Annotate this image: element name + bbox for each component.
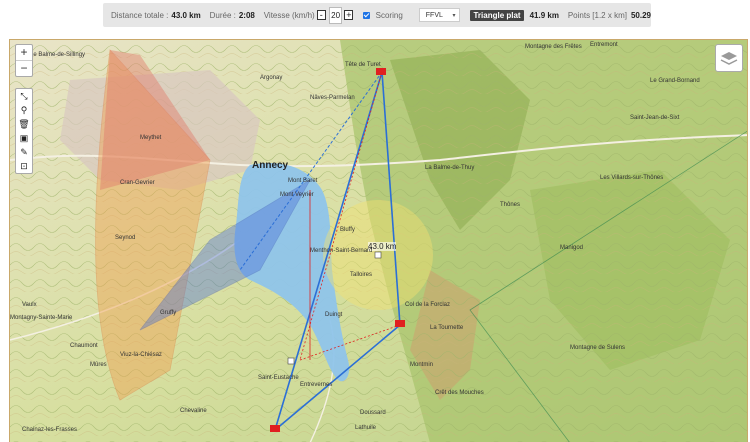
turnpoint-marker[interactable]: [395, 320, 405, 327]
place-label: Bluffy: [340, 227, 355, 233]
place-label: Entrevernes: [300, 382, 333, 388]
points-value: 50.29: [630, 10, 651, 20]
place-label: Les Villards-sur-Thônes: [600, 175, 664, 181]
turnpoint-marker[interactable]: [270, 425, 280, 432]
zoom-out-button[interactable]: −: [16, 60, 32, 76]
place-label: Le Balme-de-Sillingy: [30, 52, 86, 58]
place-label: Col de la Forclaz: [405, 302, 451, 308]
place-label: Duingt: [325, 312, 343, 318]
chevron-down-icon: ▾: [452, 13, 456, 19]
place-label: La Balme-de-Thuy: [425, 165, 475, 171]
flight-type-badge: Triangle plat: [470, 9, 524, 21]
place-label: Doussard: [360, 410, 386, 416]
place-label: Tête de Turet: [345, 62, 381, 68]
place-label: Gruffy: [160, 310, 177, 316]
speed-decrease-button[interactable]: -: [316, 10, 326, 20]
scoring-checkbox[interactable]: [363, 11, 370, 19]
trash-icon[interactable]: 🗑: [16, 117, 32, 131]
duration-label: Durée :: [209, 10, 236, 20]
layers-icon: [720, 52, 738, 65]
speed-increase-button[interactable]: +: [344, 10, 354, 20]
place-label: Seynod: [115, 235, 136, 241]
place-label: Mont Baret: [288, 178, 318, 184]
map-canvas[interactable]: [10, 40, 748, 442]
save-icon[interactable]: ▣: [16, 131, 32, 145]
speed-label: Vitesse (km/h): [263, 10, 315, 20]
place-label: Nâves-Parmelan: [310, 95, 355, 101]
place-label: Viuz-la-Chiésaz: [120, 352, 162, 358]
place-label: Thônes: [500, 202, 521, 208]
drawing-toolbar: ⤡ ⚲ 🗑 ▣ ✎ ⊡: [15, 88, 33, 174]
place-label: Chaumont: [70, 343, 98, 349]
marker-icon[interactable]: ⚲: [16, 103, 32, 117]
scoring-label: Scoring: [375, 10, 403, 20]
place-label: La Tournette: [430, 325, 464, 331]
distance-value: 43.0 km: [171, 10, 201, 20]
place-label: Cran-Gevrier: [120, 180, 155, 186]
place-label: Argonay: [260, 75, 283, 81]
place-label: Lathuile: [355, 425, 377, 431]
place-label: Crêt des Mouches: [435, 390, 484, 396]
fit-icon[interactable]: ⊡: [16, 159, 32, 173]
place-label: Entremont: [590, 42, 618, 48]
ruler-icon[interactable]: ✎: [16, 145, 32, 159]
duration-value: 2:08: [238, 10, 255, 20]
scoring-system-value: FFVL: [425, 12, 443, 19]
place-label: Saint-Jean-de-Sixt: [630, 115, 680, 121]
place-label: Saint-Eustache: [258, 375, 299, 381]
place-label: Montagne des Frêtes: [525, 44, 582, 50]
speed-input[interactable]: 20: [328, 6, 343, 24]
zoom-control: + −: [15, 44, 33, 77]
town-label: Annecy: [252, 160, 289, 171]
scoring-toolbar: Distance totale : 43.0 km Durée : 2:08 V…: [103, 3, 651, 27]
turnpoint-marker[interactable]: [376, 68, 386, 75]
layers-button[interactable]: [715, 44, 743, 72]
place-label: Montagne de Sulens: [570, 345, 626, 351]
place-label: Talloires: [350, 272, 373, 278]
place-label: Montagny-Sainte-Marie: [10, 315, 73, 321]
route-icon[interactable]: ⤡: [16, 89, 32, 103]
place-label: Le Grand-Bornand: [650, 78, 700, 84]
flight-distance: 41.9 km: [529, 10, 559, 20]
midpoint-marker[interactable]: [287, 357, 295, 365]
scoring-system-select[interactable]: FFVL ▾: [418, 8, 461, 22]
distance-label: Distance totale :: [111, 10, 169, 20]
place-label: Meythet: [140, 135, 162, 141]
place-label: Mûres: [90, 362, 107, 368]
place-label: Vaulx: [22, 302, 37, 308]
midpoint-marker[interactable]: [374, 251, 382, 259]
place-label: Menthon-Saint-Bernard: [310, 248, 373, 254]
map-view[interactable]: Annecy 43.0 km Le Balme-de-Sillingy Meyt…: [9, 39, 748, 442]
place-label: Manigod: [560, 245, 584, 251]
zoom-in-button[interactable]: +: [16, 45, 32, 60]
place-label: Montmin: [410, 362, 434, 368]
points-label: Points [1.2 x km]: [567, 10, 627, 20]
place-label: Mont Veyrier: [280, 192, 314, 198]
place-label: Chevaline: [180, 408, 207, 414]
place-label: Chainaz-les-Frasses: [22, 427, 78, 433]
